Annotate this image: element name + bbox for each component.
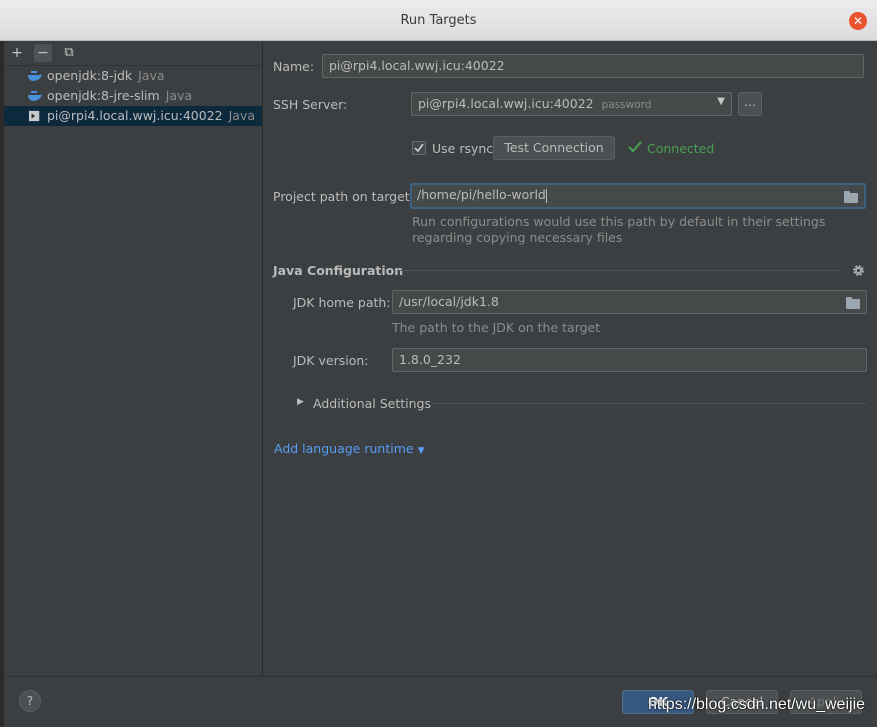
- ssh-terminal-icon: [29, 110, 40, 122]
- check-success-icon: [628, 141, 642, 153]
- target-label: openjdk:8-jre-slim Java: [47, 88, 193, 103]
- ssh-auth-type: password: [601, 99, 652, 111]
- title-bar: Run Targets ✕: [0, 0, 877, 41]
- ssh-server-label: SSH Server:: [273, 97, 348, 112]
- ssh-server-value: pi@rpi4.local.wwj.icu:40022: [418, 96, 594, 111]
- expand-triangle-icon[interactable]: ▶: [297, 397, 304, 407]
- text-cursor: [545, 188, 547, 203]
- target-item-pi-rpi4[interactable]: pi@rpi4.local.wwj.icu:40022 Java: [4, 106, 262, 126]
- project-path-hint-line-1: Run configurations would use this path b…: [412, 214, 826, 229]
- chevron-down-icon: ▼: [417, 446, 425, 456]
- folder-icon[interactable]: [844, 191, 858, 203]
- section-separator: [397, 270, 841, 271]
- docker-icon: [28, 91, 42, 101]
- additional-settings-separator: [432, 403, 866, 404]
- copy-target-button[interactable]: ⧉: [60, 44, 78, 62]
- minus-icon: −: [37, 45, 49, 61]
- jdk-home-value: /usr/local/jdk1.8: [399, 294, 499, 309]
- help-button[interactable]: ?: [19, 690, 41, 712]
- remove-target-button[interactable]: −: [34, 44, 52, 62]
- target-label: openjdk:8-jdk Java: [47, 68, 165, 83]
- additional-settings-toggle[interactable]: Additional Settings: [313, 396, 431, 411]
- watermark: https://blog.csdn.net/wu_weijie: [648, 696, 866, 713]
- folder-icon[interactable]: [846, 297, 860, 309]
- targets-panel: + − ⧉ openjdk:8-jdk Java openjdk:8-jre-sl…: [4, 41, 263, 676]
- target-label: pi@rpi4.local.wwj.icu:40022 Java: [47, 108, 256, 123]
- docker-icon: [28, 71, 42, 81]
- targets-toolbar: + − ⧉: [4, 41, 262, 66]
- checkmark-icon: [414, 143, 424, 153]
- name-input[interactable]: pi@rpi4.local.wwj.icu:40022: [322, 54, 864, 78]
- jdk-home-input[interactable]: /usr/local/jdk1.8: [392, 290, 867, 314]
- target-item-openjdk-8-jdk[interactable]: openjdk:8-jdk Java: [4, 66, 262, 86]
- copy-icon: ⧉: [64, 45, 74, 60]
- project-path-input[interactable]: /home/pi/hello-world: [410, 183, 866, 209]
- add-target-button[interactable]: +: [8, 44, 26, 62]
- name-label: Name:: [273, 59, 315, 74]
- add-language-runtime-label: Add language runtime: [274, 441, 414, 456]
- target-item-openjdk-8-jre-slim[interactable]: openjdk:8-jre-slim Java: [4, 86, 262, 106]
- ssh-server-browse-button[interactable]: ...: [738, 92, 762, 116]
- close-icon[interactable]: ✕: [849, 12, 867, 30]
- java-configuration-title: Java Configuration: [273, 263, 404, 278]
- test-connection-button[interactable]: Test Connection: [493, 136, 615, 160]
- jdk-home-label: JDK home path:: [293, 295, 391, 310]
- plus-icon: +: [11, 45, 23, 61]
- use-rsync-checkbox[interactable]: [412, 141, 426, 155]
- use-rsync-label: Use rsync: [432, 141, 494, 156]
- gear-icon[interactable]: [852, 264, 865, 277]
- jdk-home-hint: The path to the JDK on the target: [392, 320, 601, 335]
- project-path-value: /home/pi/hello-world: [417, 187, 546, 202]
- add-language-runtime-link[interactable]: Add language runtime ▼: [274, 441, 424, 456]
- chevron-down-icon: ▼: [717, 96, 725, 107]
- project-path-label: Project path on target:: [273, 189, 414, 204]
- connection-status: Connected: [647, 141, 715, 156]
- project-path-hint-line-2: regarding copying necessary files: [412, 230, 623, 245]
- jdk-version-label: JDK version:: [293, 353, 369, 368]
- window-title: Run Targets: [400, 13, 477, 28]
- jdk-version-input[interactable]: 1.8.0_232: [392, 348, 867, 372]
- ssh-server-select[interactable]: pi@rpi4.local.wwj.icu:40022 password ▼: [411, 92, 732, 116]
